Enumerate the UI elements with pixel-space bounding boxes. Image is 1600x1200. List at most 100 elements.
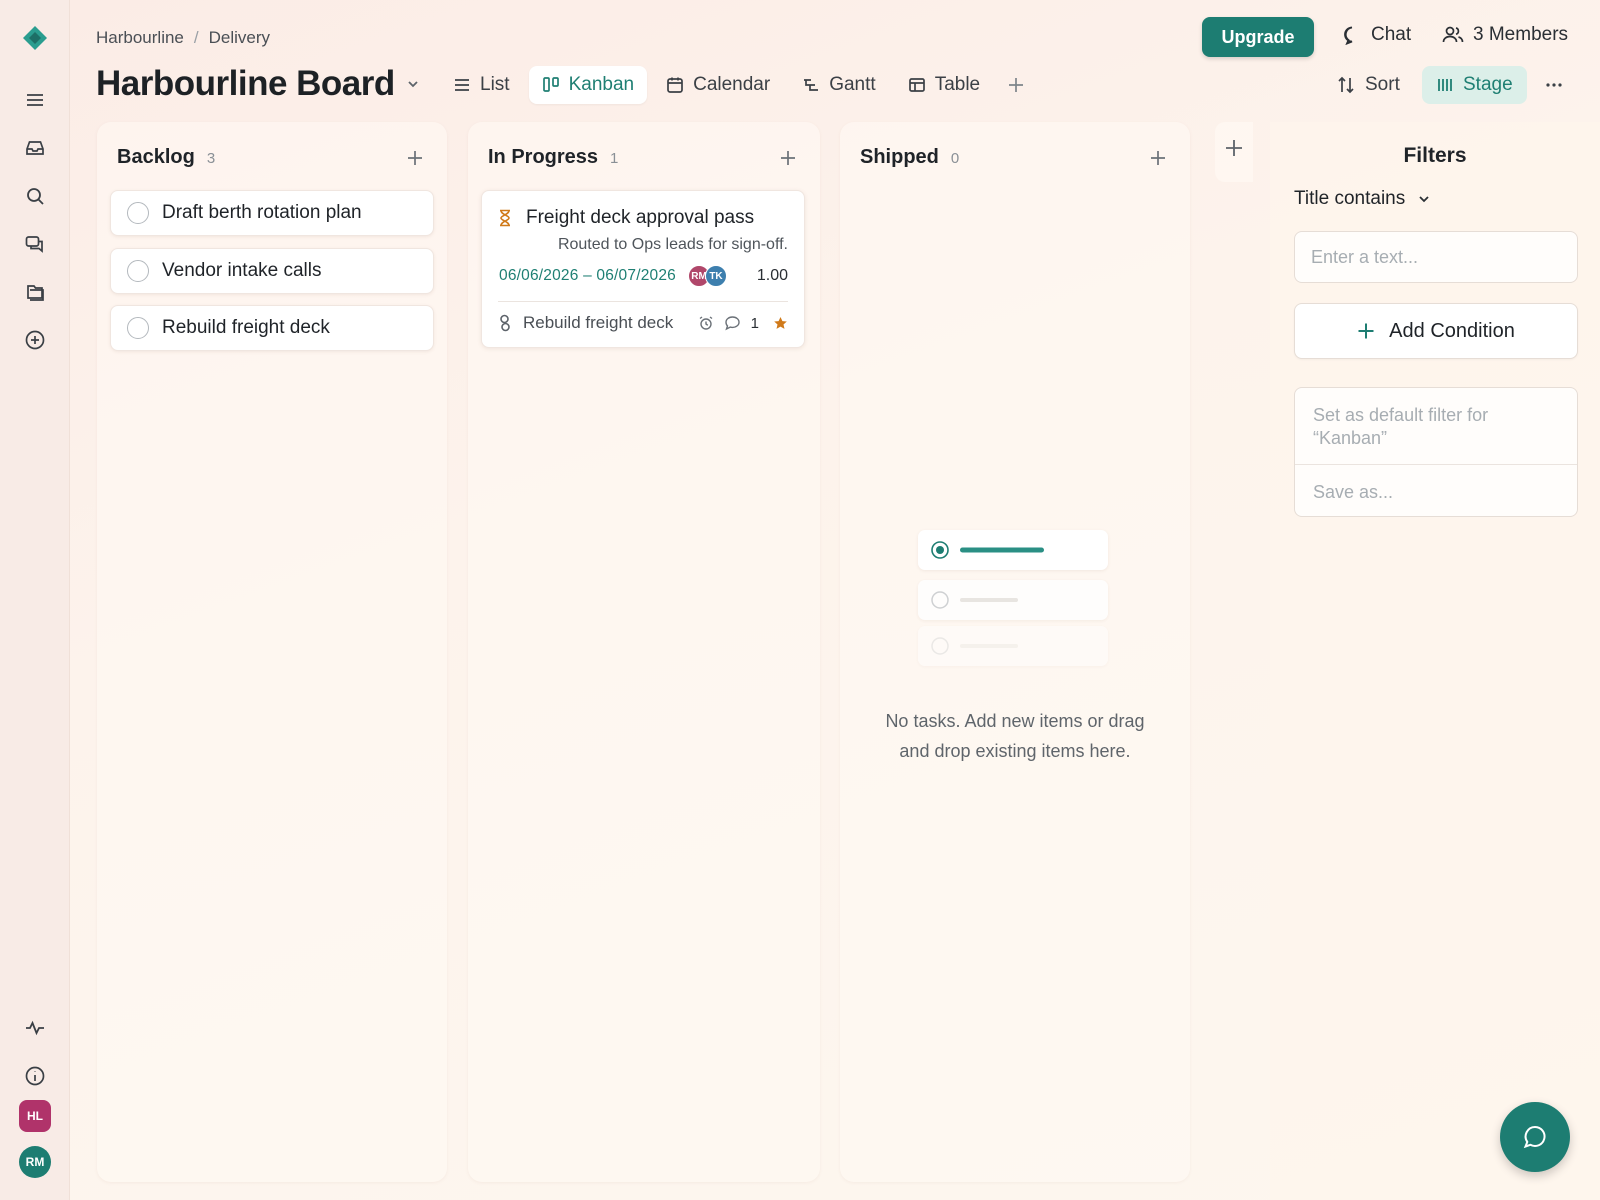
user-avatar[interactable]: RM — [19, 1146, 51, 1178]
task-description: Routed to Ops leads for sign-off. — [557, 236, 788, 253]
tab-label: Gantt — [829, 74, 876, 95]
task-meta-row: 06/06/2026 – 06/07/2026 RM TK 1.00 — [499, 265, 788, 287]
calendar-icon — [666, 76, 684, 94]
tab-kanban[interactable]: Kanban — [528, 66, 648, 104]
breadcrumb-separator: / — [193, 28, 199, 47]
save-as-option[interactable]: Save as... — [1313, 482, 1393, 503]
filter-field-label: Title contains — [1294, 188, 1406, 209]
column-header: In Progress 1 — [488, 146, 618, 169]
add-column-button[interactable] — [1215, 122, 1253, 182]
tab-label: Calendar — [693, 74, 771, 95]
breadcrumb: Harbourline / Delivery — [96, 28, 270, 48]
more-options-button[interactable] — [1536, 66, 1572, 104]
task-meta-icons: 1 — [698, 315, 788, 332]
more-horizontal-icon — [1544, 75, 1564, 95]
task-footer: Rebuild freight deck 1 — [499, 309, 788, 337]
add-task-button[interactable] — [776, 146, 800, 170]
chat-button[interactable]: Chat — [1342, 24, 1411, 46]
task-card[interactable]: Vendor intake calls — [110, 248, 434, 294]
task-checkbox[interactable] — [127, 260, 149, 282]
set-default-filter-option[interactable]: Set as default filter for “Kanban” — [1313, 404, 1561, 450]
task-card-detailed[interactable]: Freight deck approval pass Routed to Ops… — [481, 190, 805, 348]
empty-state-illustration — [918, 530, 1108, 666]
column-backlog: Backlog 3 Draft berth rotation plan Vend… — [97, 122, 447, 1182]
filters-panel: Filters Title contains Add Condition Set… — [1270, 122, 1600, 1200]
column-header: Backlog 3 — [117, 146, 215, 169]
upgrade-button[interactable]: Upgrade — [1202, 17, 1314, 57]
assignee-avatars[interactable]: RM TK — [688, 265, 727, 287]
messages-icon[interactable] — [21, 230, 49, 258]
menu-icon[interactable] — [21, 86, 49, 114]
task-title: Draft berth rotation plan — [162, 202, 362, 223]
tab-label: List — [480, 74, 510, 95]
add-view-button[interactable] — [999, 68, 1033, 102]
column-in-progress: In Progress 1 Freight deck approval pass… — [468, 122, 820, 1182]
kanban-icon — [542, 76, 560, 94]
sort-icon — [1336, 75, 1356, 95]
task-title: Vendor intake calls — [162, 260, 322, 281]
tab-calendar[interactable]: Calendar — [653, 66, 783, 104]
comment-icon[interactable] — [724, 315, 741, 331]
chat-fab-button[interactable] — [1500, 1102, 1570, 1172]
illustration-row — [918, 626, 1108, 666]
avatar: TK — [705, 265, 727, 287]
members-label: 3 Members — [1473, 24, 1569, 45]
chat-label: Chat — [1371, 24, 1412, 45]
view-tabs: List Kanban Calendar Gantt Table — [440, 66, 1033, 104]
comment-count: 1 — [750, 314, 759, 332]
column-count: 3 — [206, 150, 216, 167]
breadcrumb-workspace[interactable]: Harbourline — [96, 28, 184, 48]
stage-label: Stage — [1463, 74, 1513, 95]
chevron-down-icon — [1417, 192, 1431, 206]
column-header: Shipped 0 — [860, 146, 959, 169]
task-checkbox[interactable] — [127, 317, 149, 339]
logo-icon[interactable] — [21, 24, 49, 52]
inbox-icon[interactable] — [21, 134, 49, 162]
chevron-down-icon[interactable] — [405, 76, 421, 92]
illustration-row — [918, 580, 1108, 620]
alarm-clock-icon[interactable] — [698, 315, 714, 331]
filter-text-input[interactable] — [1294, 231, 1578, 283]
parent-task-title[interactable]: Rebuild freight deck — [523, 313, 673, 333]
sort-label: Sort — [1365, 74, 1400, 95]
task-card[interactable]: Draft berth rotation plan — [110, 190, 434, 236]
table-icon — [908, 76, 926, 94]
add-task-button[interactable] — [403, 146, 427, 170]
board-title[interactable]: Harbourline Board — [96, 64, 421, 104]
tab-table[interactable]: Table — [895, 66, 993, 104]
task-title: Rebuild freight deck — [162, 317, 330, 338]
star-icon[interactable] — [773, 316, 788, 331]
divider — [498, 301, 788, 302]
filter-field-dropdown[interactable]: Title contains — [1294, 188, 1431, 210]
folders-icon[interactable] — [21, 278, 49, 306]
breadcrumb-page[interactable]: Delivery — [209, 28, 270, 48]
plus-icon — [1357, 322, 1375, 340]
tab-label: Table — [934, 74, 981, 95]
column-title: In Progress — [488, 146, 599, 168]
divider — [1295, 464, 1577, 465]
column-title: Backlog — [117, 146, 195, 168]
tab-list[interactable]: List — [440, 66, 523, 104]
task-title: Freight deck approval pass — [526, 207, 755, 228]
activity-icon[interactable] — [21, 1014, 49, 1042]
members-button[interactable]: 3 Members — [1442, 24, 1568, 46]
save-filter-box: Set as default filter for “Kanban” Save … — [1294, 387, 1578, 517]
filters-title: Filters — [1403, 144, 1467, 167]
task-card[interactable]: Rebuild freight deck — [110, 305, 434, 351]
chat-icon — [1342, 25, 1362, 45]
left-rail: HL RM — [0, 0, 70, 1200]
tab-label: Kanban — [568, 74, 635, 95]
info-icon[interactable] — [21, 1062, 49, 1090]
chat-bubble-icon — [1521, 1123, 1549, 1151]
task-date-range[interactable]: 06/06/2026 – 06/07/2026 — [499, 267, 676, 285]
workspace-avatar[interactable]: HL — [19, 1100, 51, 1132]
add-circle-icon[interactable] — [21, 326, 49, 354]
add-condition-button[interactable]: Add Condition — [1294, 303, 1578, 359]
search-icon[interactable] — [21, 182, 49, 210]
tab-gantt[interactable]: Gantt — [789, 66, 888, 104]
stage-groupby-button[interactable]: Stage — [1422, 66, 1527, 104]
add-condition-label: Add Condition — [1389, 319, 1515, 342]
sort-button[interactable]: Sort — [1322, 66, 1414, 104]
add-task-button[interactable] — [1146, 146, 1170, 170]
task-checkbox[interactable] — [127, 202, 149, 224]
